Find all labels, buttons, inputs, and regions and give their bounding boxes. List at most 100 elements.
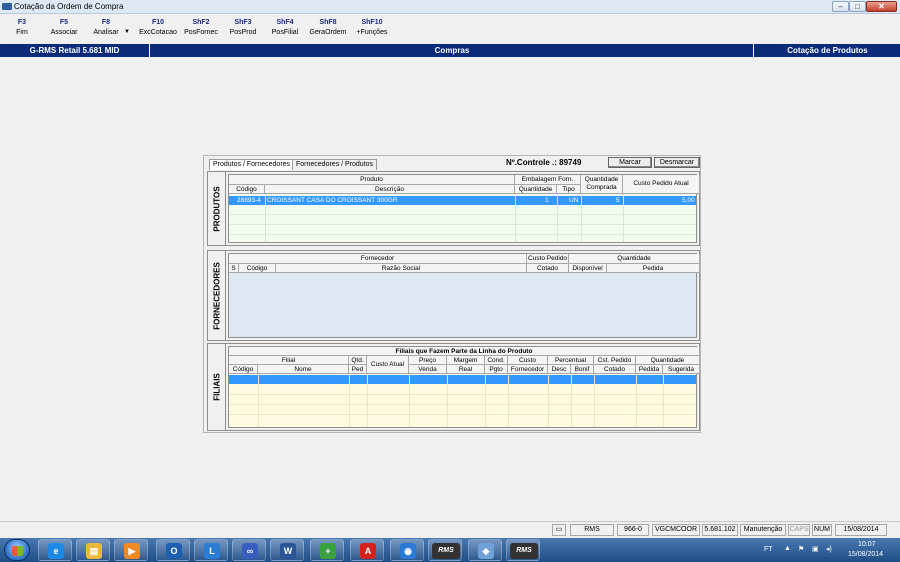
taskbar-app-button[interactable]: ∞: [232, 539, 266, 561]
taskbar-app-button[interactable]: +: [310, 539, 344, 561]
margem-header-line1[interactable]: Margem: [447, 356, 485, 365]
custo-forn-header-line1[interactable]: Custo: [508, 356, 548, 365]
status-version: 5.681.102: [702, 524, 738, 536]
s-column-header[interactable]: S: [229, 264, 239, 273]
qtd-ped-header-line1[interactable]: Qtd.: [349, 356, 367, 365]
shf4-posfilial-button[interactable]: ShF4 PosFilial: [269, 19, 301, 36]
codigo-cell: 28893-4: [237, 197, 261, 204]
flag-icon[interactable]: ⚑: [798, 545, 804, 553]
filiais-grid: Filiais que Fazem Parte da Linha do Prod…: [228, 346, 700, 428]
clock-date[interactable]: 15/08/2014: [848, 551, 883, 558]
rms-app-icon-2: RMS: [510, 543, 538, 559]
disponivel-column-header[interactable]: Disponível: [569, 264, 607, 273]
module-header: G-RMS Retail 5.681 MID Compras Cotação d…: [0, 44, 900, 57]
desmarcar-button[interactable]: Desmarcar: [654, 157, 700, 168]
produtos-grid-body[interactable]: 28893-4 CROISSANT CASA DO CROISSANT 300G…: [229, 194, 696, 242]
key-label: ShF10: [361, 19, 383, 26]
codigo-column-header[interactable]: Código: [229, 185, 265, 194]
cst-pedido-header-line1[interactable]: Cst. Pedido: [594, 356, 636, 365]
nome-column-header[interactable]: Nome: [258, 365, 349, 374]
action-label: Fim: [16, 29, 28, 36]
cond-header-line1[interactable]: Cond.: [485, 356, 508, 365]
outlook-icon: O: [166, 543, 182, 559]
action-label: PosFornec: [184, 29, 218, 36]
tab-fornecedores-produtos[interactable]: Fornecedores / Produtos: [292, 159, 378, 170]
table-row[interactable]: 28893-4 CROISSANT CASA DO CROISSANT 300G…: [229, 196, 696, 205]
preco-header-line1[interactable]: Preço: [409, 356, 447, 365]
maximize-button[interactable]: □: [849, 1, 866, 12]
fornecedores-section: FORNECEDORES Fornecedor Custo Pedido Qua…: [207, 250, 700, 341]
window-title: Cotação da Ordem de Compra: [14, 2, 124, 11]
fornecedores-section-label: FORNECEDORES: [208, 251, 226, 340]
fornecedores-grid-body[interactable]: [229, 273, 696, 337]
start-button[interactable]: [4, 539, 30, 561]
custo-atual-column-header[interactable]: Custo Atual: [367, 356, 409, 374]
key-label: F3: [17, 19, 27, 26]
taskbar-app-button[interactable]: ▤: [76, 539, 110, 561]
cotacao-dialog: Produtos / Fornecedores Fornecedores / P…: [203, 155, 701, 433]
clock-time[interactable]: 10:07: [858, 541, 876, 548]
shf10-funcoes-button[interactable]: ShF10 +Funções: [354, 19, 390, 36]
shf3-posprod-button[interactable]: ShF3 PosProd: [227, 19, 259, 36]
marcar-button[interactable]: Marcar: [608, 157, 652, 168]
codigo-column-header[interactable]: Código: [229, 365, 258, 374]
taskbar-app-button[interactable]: A: [350, 539, 384, 561]
taskbar-app-button[interactable]: W: [270, 539, 304, 561]
pedida-column-header[interactable]: Pedida: [607, 264, 700, 273]
f10-exccotacao-button[interactable]: F10 ExcCotacao: [137, 19, 179, 36]
qtd-ped-header-line2[interactable]: Ped: [349, 365, 367, 374]
sugerida-column-header[interactable]: Sugerida: [663, 365, 700, 374]
status-date: 15/08/2014: [835, 524, 887, 536]
cond-header-line2[interactable]: Pgto: [485, 365, 508, 374]
taskbar-app-button[interactable]: ◆: [468, 539, 502, 561]
preco-header-line2[interactable]: Venda: [409, 365, 447, 374]
shf2-posfornec-button[interactable]: ShF2 PosFornec: [182, 19, 220, 36]
lync-icon: L: [204, 543, 220, 559]
cst-pedido-header-line2[interactable]: Cotado: [594, 365, 636, 374]
status-bar: ▭ RMS 966-0 VGCMCOOR 5.681.102 Manutençã…: [0, 521, 900, 538]
codigo-column-header[interactable]: Código: [239, 264, 276, 273]
show-hidden-icons-icon[interactable]: ▲: [784, 545, 791, 552]
network-tray-icon[interactable]: ▣: [812, 545, 819, 553]
quantidade-column-header[interactable]: Quantidade: [515, 185, 557, 194]
f3-fim-button[interactable]: F3 Fim: [10, 19, 34, 36]
pdf-reader-icon: A: [360, 543, 376, 559]
taskbar-app-button[interactable]: RMS: [428, 539, 462, 561]
tab-produtos-fornecedores[interactable]: Produtos / Fornecedores: [209, 159, 295, 170]
fornecedor-group-header: Fornecedor: [229, 254, 527, 264]
taskbar-app-button[interactable]: ▶: [114, 539, 148, 561]
taskbar-app-button[interactable]: ◉: [390, 539, 424, 561]
margem-header-line2[interactable]: Real: [447, 365, 485, 374]
key-label: ShF3: [234, 19, 252, 26]
pedida-column-header[interactable]: Pedida: [636, 365, 663, 374]
filiais-grid-body[interactable]: [229, 374, 696, 427]
bonif-column-header[interactable]: Bonif: [571, 365, 594, 374]
razao-social-column-header[interactable]: Razão Social: [276, 264, 527, 273]
document-icon: ▭: [552, 524, 566, 536]
language-indicator[interactable]: FT: [764, 546, 773, 553]
tipo-column-header[interactable]: Tipo: [557, 185, 581, 194]
descricao-column-header[interactable]: Descrição: [265, 185, 515, 194]
status-caps: CAPS: [788, 524, 810, 536]
minimize-button[interactable]: –: [832, 1, 849, 12]
produtos-section: PRODUTOS Produto Embalagem Forn. Quantid…: [207, 171, 700, 246]
taskbar-app-button[interactable]: RMS: [506, 539, 540, 561]
action-label: GeraOrdem: [309, 29, 347, 36]
taskbar-app-button[interactable]: O: [156, 539, 190, 561]
filiais-section: FILIAIS Filiais que Fazem Parte da Linha…: [207, 343, 700, 431]
shf8-geraordem-button[interactable]: ShF8 GeraOrdem: [308, 19, 348, 36]
cotado-column-header[interactable]: Cotado: [527, 264, 569, 273]
custo-forn-header-line2[interactable]: Fornecedor: [508, 365, 548, 374]
custo-pedido-group-header: Custo Pedido: [527, 254, 569, 264]
table-row[interactable]: [229, 375, 696, 384]
screen-label: Cotação de Produtos: [787, 46, 868, 55]
taskbar-app-button[interactable]: e: [38, 539, 72, 561]
dropdown-arrow-icon[interactable]: ▼: [124, 29, 130, 35]
f5-associar-button[interactable]: F5 Associar: [48, 19, 80, 36]
taskbar-app-button[interactable]: L: [194, 539, 228, 561]
module-label: Compras: [151, 44, 754, 57]
volume-icon[interactable]: ◂): [826, 545, 832, 553]
f8-analisar-button[interactable]: F8 Analisar ▼: [90, 19, 130, 36]
close-button[interactable]: ✕: [866, 1, 897, 12]
desc-column-header[interactable]: Desc: [548, 365, 571, 374]
